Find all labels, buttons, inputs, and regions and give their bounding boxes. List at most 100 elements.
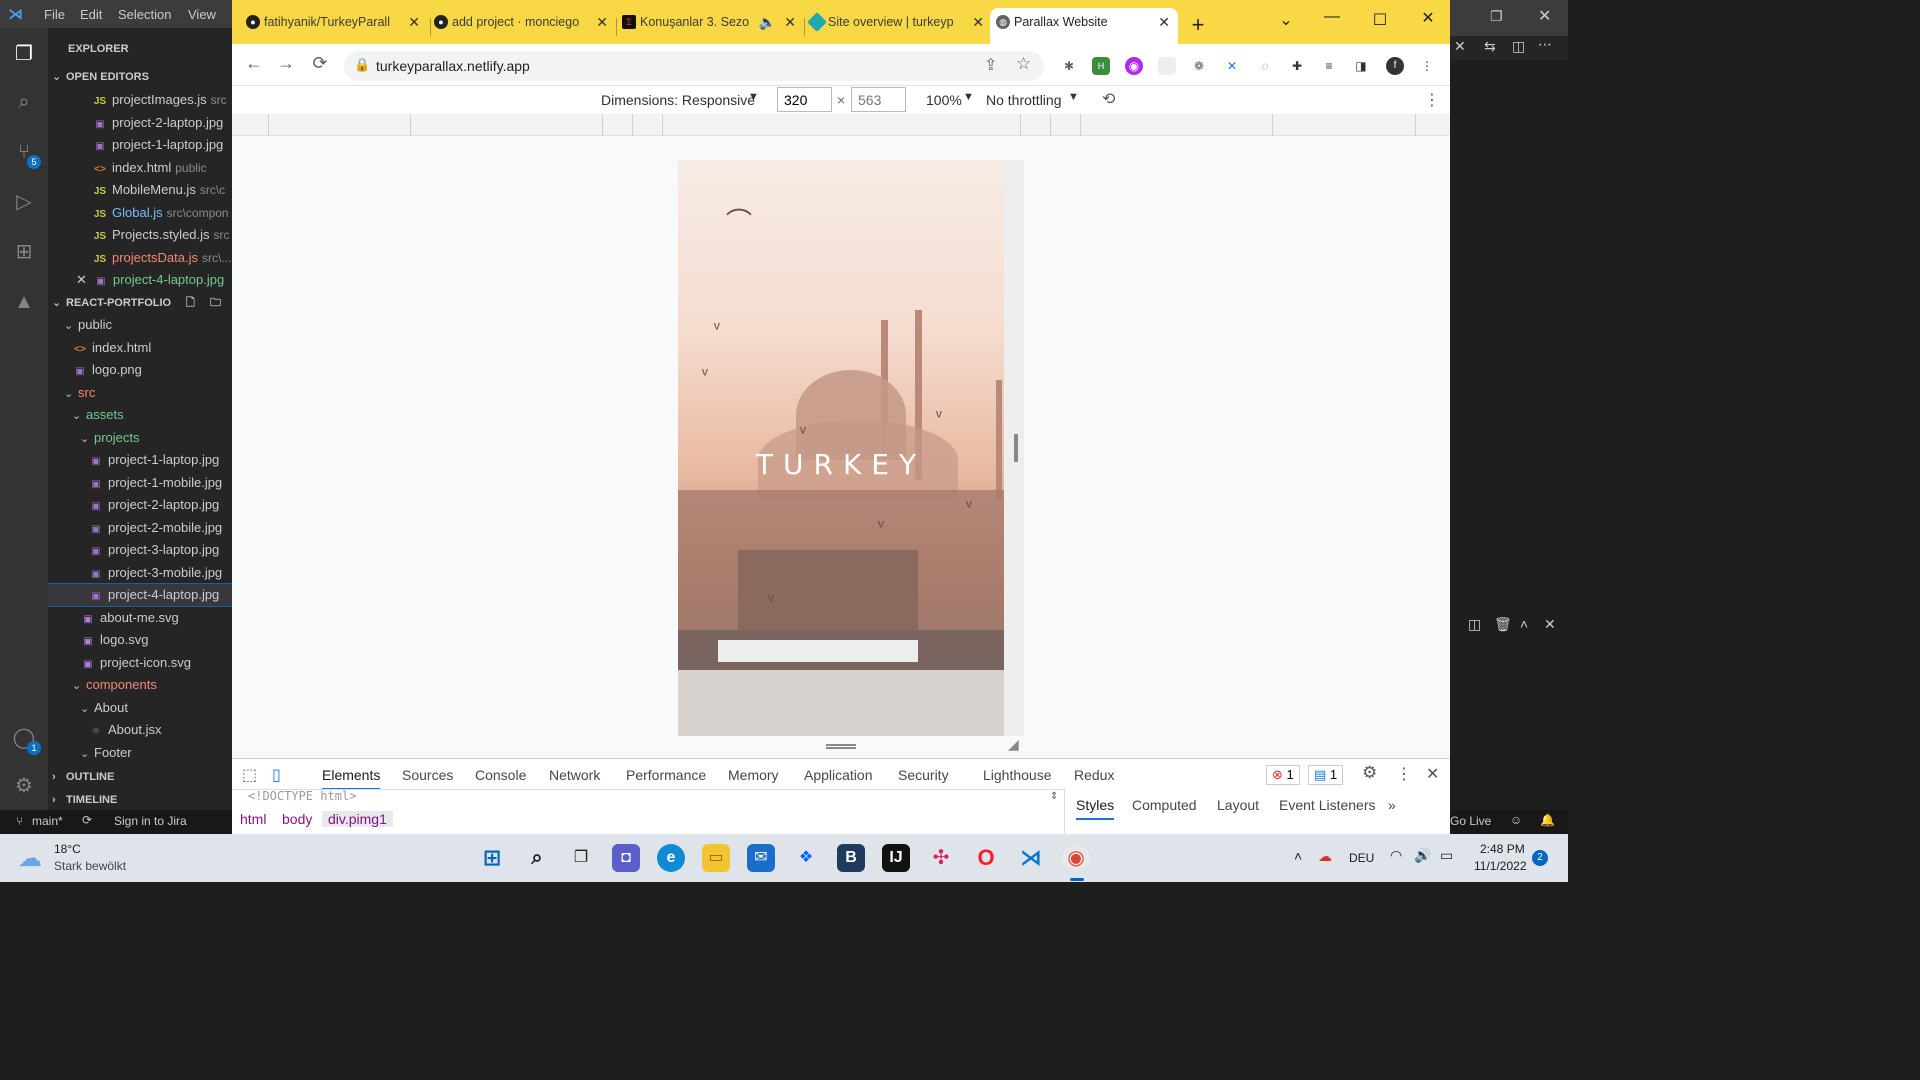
tab-lighthouse[interactable]: Lighthouse	[983, 767, 1052, 783]
breadcrumb-html[interactable]: html	[240, 811, 266, 827]
b-app-icon[interactable]: B	[837, 844, 865, 872]
vscode-taskbar-icon[interactable]: ⋊	[1017, 844, 1045, 872]
task-view-icon[interactable]: ❐	[567, 844, 595, 872]
throttling-select[interactable]: No throttling	[986, 92, 1061, 108]
go-live-button[interactable]: Go Live	[1450, 814, 1491, 828]
tab-event-listeners[interactable]: Event Listeners	[1279, 797, 1376, 813]
doctype-line[interactable]: <!DOCTYPE html>	[248, 789, 356, 803]
open-editor-item[interactable]: ▣ project-1-laptop.jpg	[48, 134, 232, 156]
settings-gear-icon[interactable]: ⚙	[1362, 763, 1377, 783]
open-editor-item[interactable]: ▣ project-2-laptop.jpg	[48, 112, 232, 134]
tray-network-alert-icon[interactable]: ☁	[1318, 848, 1332, 865]
chevron-up-icon[interactable]: ˄	[1520, 616, 1528, 632]
resize-handle-right[interactable]	[1014, 434, 1018, 462]
tab-blutv[interactable]: Σ Konuşanlar 3. Sezo 🔈 ✕	[616, 8, 804, 44]
tree-file[interactable]: ▣ logo.png	[48, 359, 232, 381]
breadcrumb-div-pimg1[interactable]: div.pimg1	[322, 811, 393, 827]
tree-file[interactable]: ▣ project-2-mobile.jpg	[48, 517, 232, 539]
tree-file[interactable]: ▣ logo.svg	[48, 629, 232, 651]
restore-icon[interactable]: ❐	[1490, 8, 1503, 25]
tab-application[interactable]: Application	[804, 767, 873, 783]
battery-icon[interactable]: ▭	[1440, 847, 1453, 864]
clock-date[interactable]: 11/1/2022	[1474, 859, 1527, 873]
reload-icon[interactable]: ⟳	[308, 53, 332, 74]
tab-redux[interactable]: Redux	[1074, 767, 1114, 783]
wifi-icon[interactable]: ◠	[1390, 847, 1402, 864]
feedback-icon[interactable]: ☺	[1510, 813, 1522, 827]
resize-corner-icon[interactable]: ◢	[1008, 736, 1019, 753]
open-editor-item[interactable]: <> index.html public	[48, 157, 232, 179]
split-editor-icon[interactable]: ◫	[1512, 38, 1525, 55]
address-bar[interactable]: 🔒 turkeyparallax.netlify.app ⇪ ☆	[344, 51, 1044, 81]
open-editor-item[interactable]: JS MobileMenu.js src\c	[48, 179, 232, 201]
tree-folder[interactable]: ⌄ assets	[48, 404, 232, 426]
breadcrumb-body[interactable]: body	[282, 811, 312, 827]
dropbox-icon[interactable]: ❖	[792, 844, 820, 872]
extension-bug-icon[interactable]: ✱	[1060, 57, 1078, 75]
share-icon[interactable]: ⇪	[984, 55, 997, 75]
trash-icon[interactable]: 🗑	[1494, 616, 1512, 633]
tree-file[interactable]: ▣ project-1-mobile.jpg	[48, 472, 232, 494]
extensions-icon[interactable]: ⊞	[12, 240, 36, 264]
close-icon[interactable]: ✕	[1538, 6, 1551, 26]
extension-purple-icon[interactable]: ◉	[1125, 57, 1143, 75]
message-count[interactable]: ▤ 1	[1308, 765, 1344, 785]
run-debug-icon[interactable]: ▷	[12, 190, 36, 214]
tab-network[interactable]: Network	[549, 767, 600, 783]
extension-tools-icon[interactable]: ✕	[1223, 57, 1241, 75]
profile-avatar[interactable]: f	[1386, 57, 1404, 75]
back-icon[interactable]: ←	[242, 53, 266, 74]
tab-performance[interactable]: Performance	[626, 767, 706, 783]
extension-circle-icon[interactable]: ◌	[1256, 57, 1274, 75]
tab-parallax-website[interactable]: ◍ Parallax Website ✕	[990, 8, 1178, 44]
close-icon[interactable]: ✕	[972, 8, 984, 36]
media-query-bar[interactable]	[232, 114, 1450, 136]
tree-folder[interactable]: ⌄ components	[48, 674, 232, 696]
new-folder-icon[interactable]: 🗀	[210, 292, 221, 314]
menu-view[interactable]: View	[188, 7, 216, 22]
mail-icon[interactable]: ✉	[747, 844, 775, 872]
explorer-icon[interactable]: ❐	[12, 42, 36, 66]
compare-icon[interactable]: ⇆	[1484, 38, 1496, 55]
tab-search-icon[interactable]: ⌄	[1266, 10, 1306, 30]
device-toggle-icon[interactable]: ▯	[272, 765, 281, 785]
bell-icon[interactable]: 🔔	[1540, 813, 1555, 827]
windows-start-icon[interactable]: ⊞	[478, 844, 506, 872]
maximize-icon[interactable]: ☐	[1360, 10, 1400, 30]
notification-badge[interactable]: 2	[1532, 850, 1548, 866]
tree-file[interactable]: ⚛ About.jsx	[48, 719, 232, 741]
close-icon[interactable]: ✕	[408, 8, 420, 36]
more-icon[interactable]: ⋯	[1538, 36, 1552, 53]
split-panel-icon[interactable]: ◫	[1468, 616, 1481, 633]
branch-name[interactable]: main*	[32, 814, 63, 828]
file-explorer-icon[interactable]: ▭	[702, 844, 730, 872]
search-icon[interactable]: ⌕	[523, 844, 551, 872]
error-count[interactable]: ⊗ 1	[1266, 765, 1300, 785]
tab-sources[interactable]: Sources	[402, 767, 453, 783]
extensions-puzzle-icon[interactable]: ✚	[1288, 57, 1306, 75]
tab-elements[interactable]: Elements	[322, 767, 381, 790]
open-editors-header[interactable]: ⌄ OPEN EDITORS	[48, 66, 232, 88]
forward-icon[interactable]: →	[274, 53, 298, 74]
media-control-icon[interactable]: ≡	[1320, 57, 1338, 75]
teams-chat-icon[interactable]: ◘	[612, 844, 640, 872]
tree-folder[interactable]: ⌄ About	[48, 697, 232, 719]
close-icon[interactable]: ✕	[596, 8, 608, 36]
extension-html-icon[interactable]: H	[1092, 57, 1110, 75]
tray-chevron-icon[interactable]: ˄	[1294, 848, 1302, 864]
scroll-arrows-icon[interactable]: ⇕	[1050, 791, 1058, 802]
chrome-menu-icon[interactable]: ⋮	[1418, 57, 1436, 75]
tab-netlify[interactable]: Site overview | turkeyp ✕	[804, 8, 992, 44]
close-icon[interactable]: ✕	[784, 8, 796, 36]
more-options-icon[interactable]: ⋮	[1424, 90, 1440, 110]
more-tabs-icon[interactable]: »	[1388, 797, 1396, 813]
tree-file[interactable]: ▣ project-3-laptop.jpg	[48, 539, 232, 561]
search-icon[interactable]: ⌕	[12, 90, 36, 114]
timeline-header[interactable]: › TIMELINE	[48, 789, 232, 810]
opera-icon[interactable]: O	[972, 844, 1000, 872]
tab-github-add-project[interactable]: ● add project · monciego ✕	[428, 8, 616, 44]
settings-gear-icon[interactable]: ⚙	[12, 774, 36, 798]
extension-blank-icon[interactable]	[1158, 57, 1176, 75]
tab-computed[interactable]: Computed	[1132, 797, 1197, 813]
weather-desc[interactable]: Stark bewölkt	[54, 859, 126, 873]
